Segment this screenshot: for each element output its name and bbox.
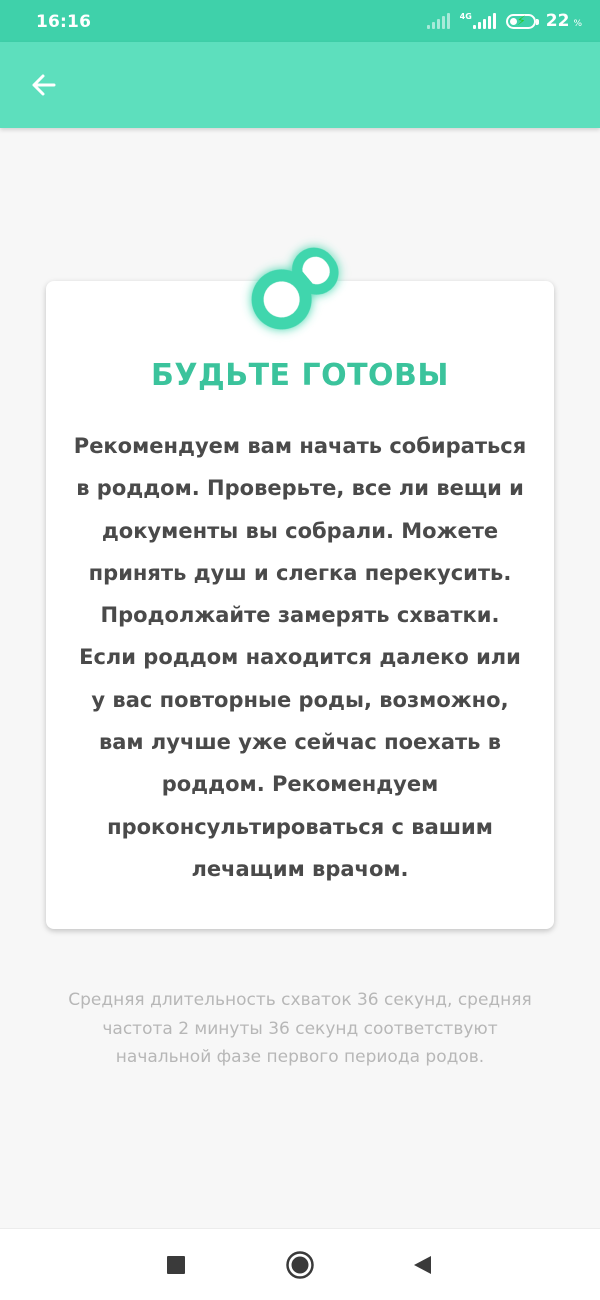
signal-icon [472, 13, 496, 29]
triangle-back-icon [414, 1256, 431, 1274]
advice-card: БУДЬТЕ ГОТОВЫ Рекомендуем вам начать соб… [46, 281, 554, 929]
status-time: 16:16 [36, 12, 92, 32]
pacifier-icon [240, 224, 360, 344]
battery-icon: ⚡ [505, 13, 539, 29]
home-button[interactable] [284, 1249, 316, 1281]
recents-button[interactable] [160, 1249, 192, 1281]
charging-bolt-icon: ⚡ [516, 13, 526, 29]
contraction-summary: Средняя длительность схваток 36 секунд, … [68, 990, 532, 1067]
card-body-text: Рекомендуем вам начать собираться в родд… [73, 434, 527, 881]
circle-icon [286, 1251, 314, 1279]
card-title: БУДЬТЕ ГОТОВЫ [150, 358, 450, 393]
app-bar [0, 42, 600, 128]
system-back-button[interactable] [406, 1249, 438, 1281]
signal-empty-icon [426, 13, 450, 29]
status-bar: 16:16 4G ⚡ 22 % [0, 0, 600, 42]
battery-level: 22 [545, 11, 570, 31]
status-indicators: 4G ⚡ 22 % [426, 11, 582, 31]
network-type-label: 4G [459, 12, 472, 21]
system-nav-bar [0, 1228, 600, 1300]
battery-unit: % [573, 19, 582, 29]
arrow-left-icon [32, 74, 56, 96]
back-button[interactable] [22, 64, 64, 106]
mobile-signal: 4G [460, 13, 496, 29]
square-icon [167, 1256, 185, 1274]
